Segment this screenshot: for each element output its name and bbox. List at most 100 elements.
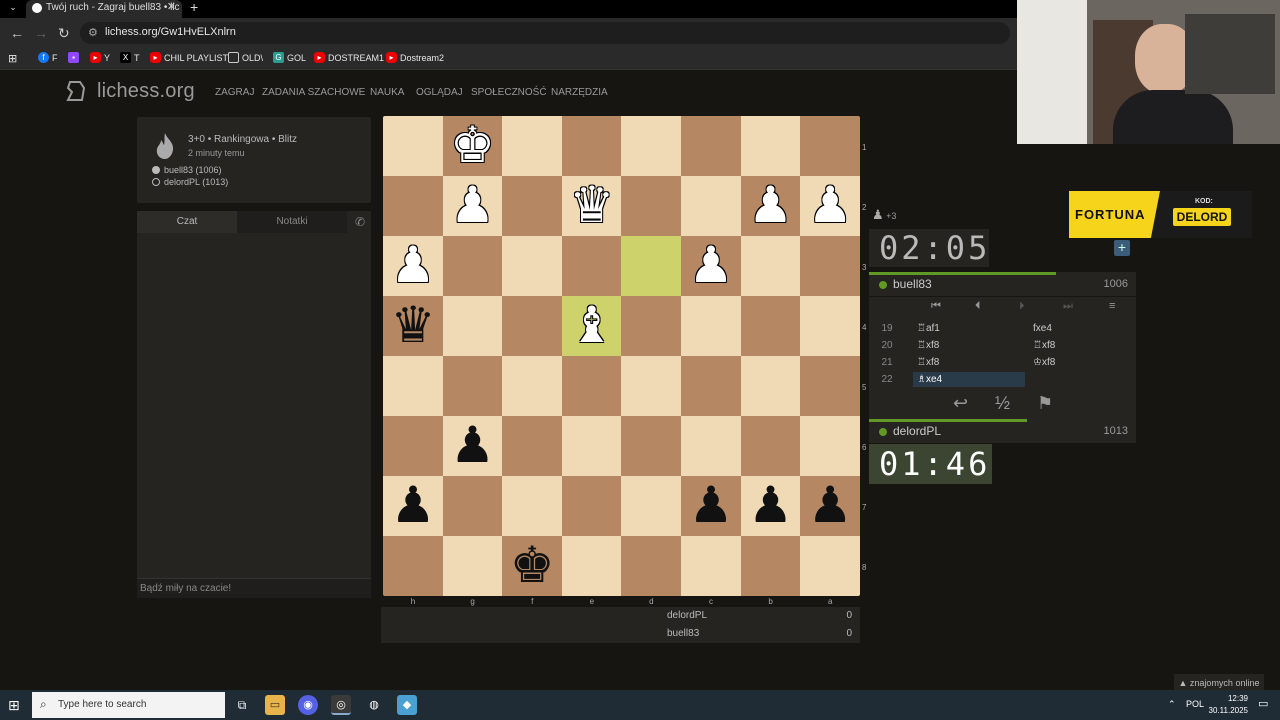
chess-board[interactable]: ♚ ♟ ♛ ♟ ♟ ♟ ♟ ♛ ♝ ♟ ♟ ♟ ♟ ♟ ♚ (383, 116, 860, 596)
white-pawn-piece[interactable]: ♟ (443, 176, 503, 236)
square-d3[interactable] (621, 236, 682, 296)
windows-start-icon[interactable]: ⊞ (8, 697, 20, 714)
white-pawn-piece[interactable]: ♟ (800, 176, 860, 236)
first-move-icon[interactable]: ⏮ (931, 300, 941, 313)
square-b7[interactable]: ♟ (740, 476, 801, 536)
square-h8[interactable] (383, 536, 443, 596)
chat-input[interactable]: Bądź miły na czacie! (137, 578, 371, 598)
next-move-icon[interactable]: ⏵ (1019, 300, 1025, 313)
square-c1[interactable] (681, 116, 741, 176)
bookmark-old-folder[interactable]: OLD\ (228, 52, 263, 63)
square-a6[interactable] (800, 416, 860, 476)
square-g4[interactable] (442, 296, 503, 356)
app-icon[interactable]: ◉ (298, 695, 318, 715)
fortuna-ad[interactable]: FORTUNA KOD: DELORD (1069, 191, 1252, 238)
nav-nauka[interactable]: NAUKA (370, 87, 404, 98)
bookmark-twitch[interactable]: ▪ (68, 52, 79, 63)
square-b1[interactable] (740, 116, 801, 176)
square-f5[interactable] (502, 356, 563, 416)
square-b3[interactable] (740, 236, 801, 296)
move-white[interactable]: ♖af1 (917, 320, 940, 337)
black-king-piece[interactable]: ♚ (502, 536, 562, 596)
square-g1[interactable]: ♚ (442, 116, 503, 176)
square-d1[interactable] (621, 116, 682, 176)
white-bishop-piece[interactable]: ♝ (562, 296, 622, 356)
white-queen-piece[interactable]: ♛ (562, 176, 622, 236)
add-time-button[interactable]: + (1114, 240, 1130, 256)
square-c4[interactable] (681, 296, 741, 356)
bookmark-gol[interactable]: G GOL (273, 52, 306, 63)
white-pawn-piece[interactable]: ♟ (681, 236, 741, 296)
white-player-info[interactable]: buell83 (1006) (152, 165, 222, 175)
square-g8[interactable] (442, 536, 503, 596)
white-pawn-piece[interactable]: ♟ (383, 236, 443, 296)
square-e7[interactable] (561, 476, 622, 536)
square-e1[interactable] (561, 116, 622, 176)
white-pawn-piece[interactable]: ♟ (741, 176, 801, 236)
bookmark-chil-playlist[interactable]: ▸ CHIL PLAYLIST (150, 52, 228, 63)
prev-move-icon[interactable]: ⏴ (975, 300, 981, 313)
browser-tab[interactable]: Twój ruch - Zagraj buell83 • lic ✕ (26, 0, 182, 18)
nav-spolecznosc[interactable]: SPOŁECZNOŚĆ (471, 87, 547, 98)
square-h1[interactable] (383, 116, 443, 176)
square-f3[interactable] (502, 236, 563, 296)
square-c7[interactable]: ♟ (681, 476, 741, 536)
black-pawn-piece[interactable]: ♟ (800, 476, 860, 536)
close-icon[interactable]: ✕ (167, 0, 176, 15)
black-pawn-piece[interactable]: ♟ (681, 476, 741, 536)
square-e2[interactable]: ♛ (561, 176, 622, 236)
clock-tray[interactable]: 12:39 30.11.2025 (1208, 693, 1248, 717)
square-d2[interactable] (621, 176, 682, 236)
square-d5[interactable] (621, 356, 682, 416)
bookmark-youtube[interactable]: ▸ Y (90, 52, 110, 63)
tab-chat[interactable]: Czat (137, 211, 237, 233)
new-tab-icon[interactable]: + (190, 0, 198, 14)
square-a8[interactable] (800, 536, 860, 596)
chrome-icon[interactable]: ◎ (331, 695, 351, 715)
black-pawn-piece[interactable]: ♟ (443, 416, 503, 476)
move-black[interactable]: ♔xf8 (1033, 354, 1055, 371)
square-c5[interactable] (681, 356, 741, 416)
takeback-icon[interactable]: ↩ (953, 393, 968, 414)
black-queen-piece[interactable]: ♛ (383, 296, 443, 356)
square-h3[interactable]: ♟ (383, 236, 443, 296)
square-f6[interactable] (502, 416, 563, 476)
black-pawn-piece[interactable]: ♟ (383, 476, 443, 536)
nav-narzedzia[interactable]: NARZĘDZIA (551, 87, 608, 98)
move-black[interactable]: fxe4 (1033, 320, 1052, 337)
square-e6[interactable] (561, 416, 622, 476)
square-h7[interactable]: ♟ (383, 476, 443, 536)
square-d8[interactable] (621, 536, 682, 596)
square-h6[interactable] (383, 416, 443, 476)
square-f2[interactable] (502, 176, 563, 236)
square-f4[interactable] (502, 296, 563, 356)
square-h4[interactable]: ♛ (383, 296, 443, 356)
bookmark-dostream1[interactable]: ▸ DOSTREAM1 (314, 52, 384, 63)
square-c6[interactable] (681, 416, 741, 476)
square-h5[interactable] (383, 356, 443, 416)
square-e8[interactable] (561, 536, 622, 596)
square-a2[interactable]: ♟ (800, 176, 860, 236)
square-c8[interactable] (681, 536, 741, 596)
square-b5[interactable] (740, 356, 801, 416)
notifications-icon[interactable]: ▭ (1258, 697, 1268, 710)
last-move-icon[interactable]: ⏭ (1063, 300, 1073, 313)
square-d4[interactable] (621, 296, 682, 356)
square-g6[interactable]: ♟ (442, 416, 503, 476)
resign-flag-icon[interactable]: ⚑ (1037, 393, 1053, 414)
file-explorer-icon[interactable]: ▭ (265, 695, 285, 715)
reload-icon[interactable]: ↻ (58, 25, 70, 41)
square-d7[interactable] (621, 476, 682, 536)
menu-icon[interactable]: ≡ (1109, 300, 1115, 312)
square-g5[interactable] (442, 356, 503, 416)
tab-notes[interactable]: Notatki (237, 211, 347, 233)
square-d6[interactable] (621, 416, 682, 476)
nav-zadania-szachowe[interactable]: ZADANIA SZACHOWE (262, 87, 365, 98)
move-white[interactable]: ♖xf8 (917, 354, 939, 371)
phone-icon[interactable]: ✆ (355, 215, 365, 229)
move-white[interactable]: ♗xe4 (917, 371, 942, 388)
forward-icon[interactable]: → (34, 25, 48, 41)
apps-icon[interactable]: ⊞ (8, 52, 17, 65)
nav-ogladaj[interactable]: OGLĄDAJ (416, 87, 463, 98)
lichess-logo-icon[interactable] (62, 78, 90, 106)
